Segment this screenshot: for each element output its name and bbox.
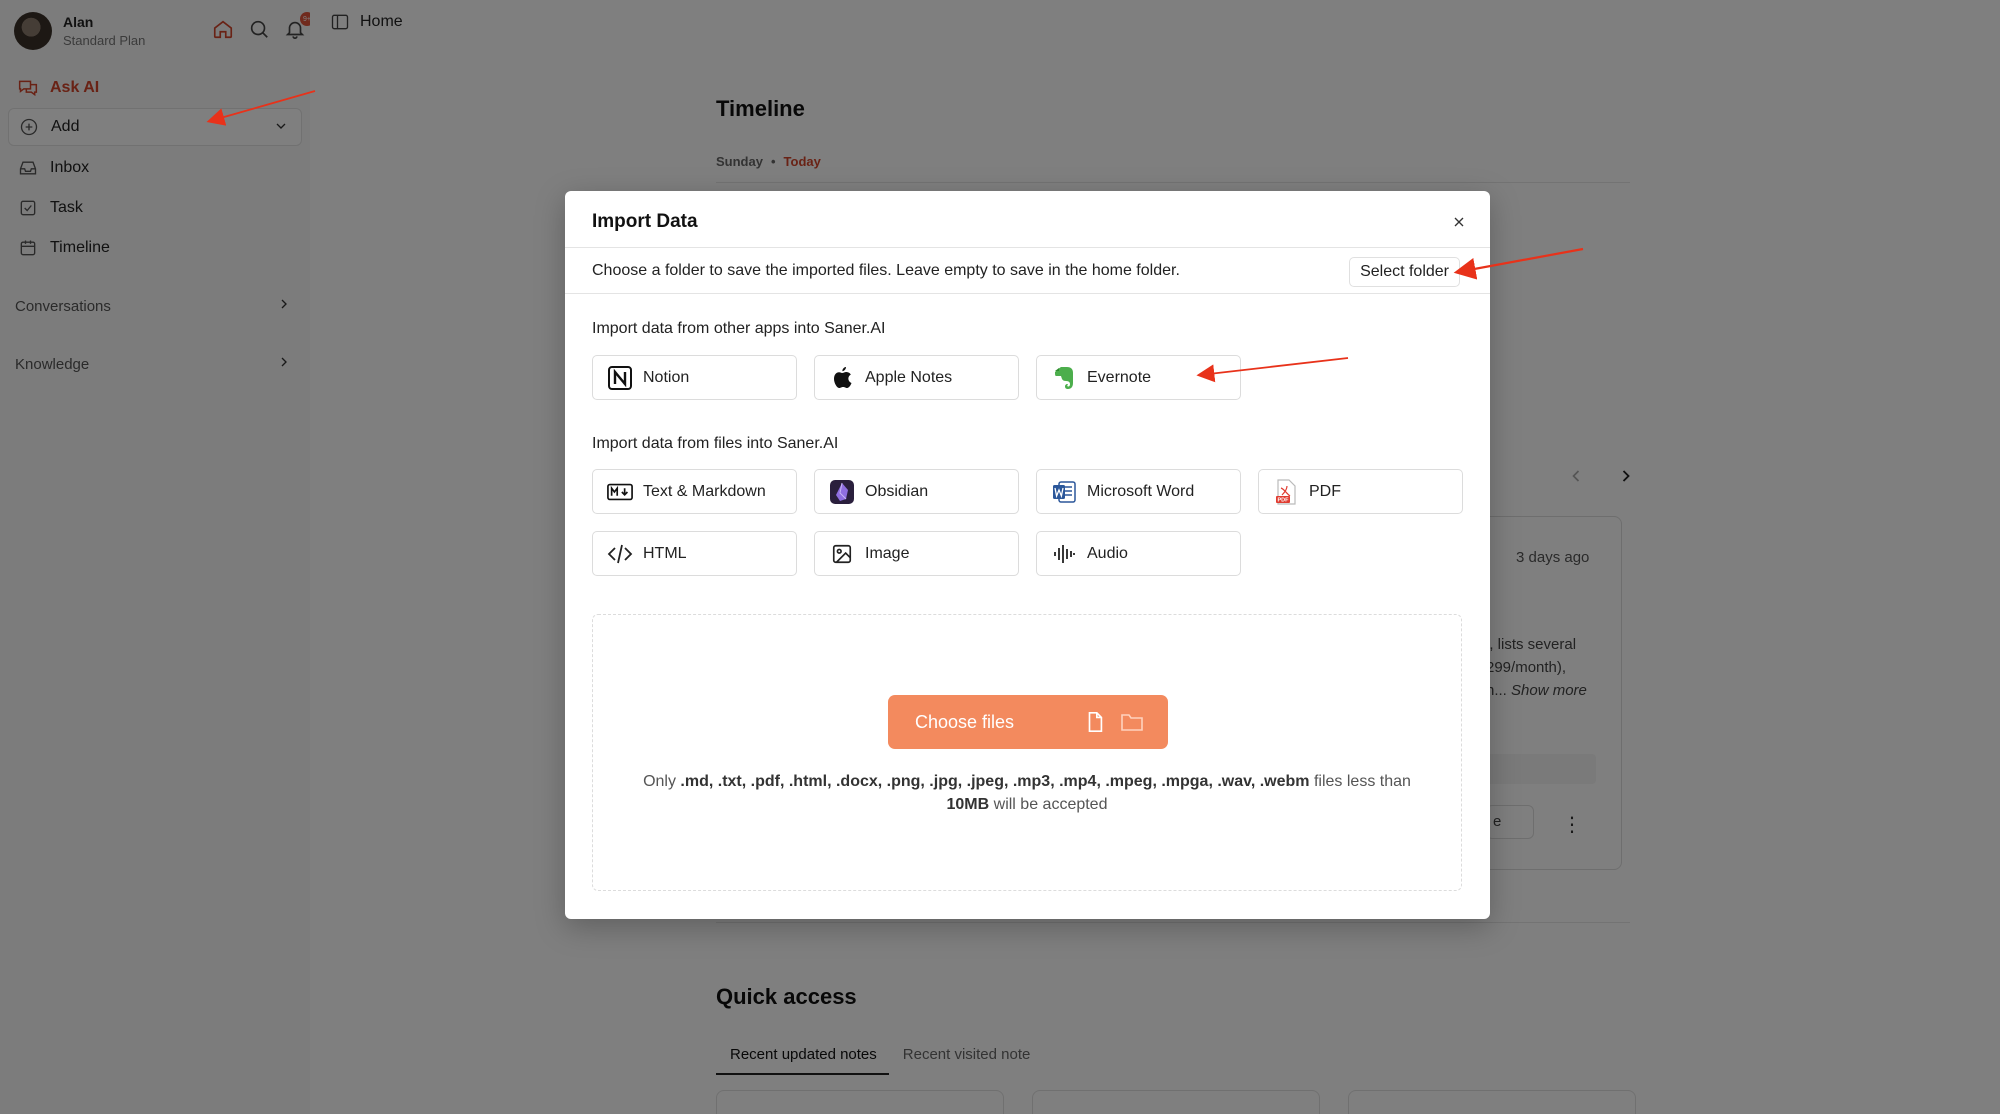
markdown-icon [607,479,633,505]
file-drop-zone[interactable]: Choose files Only .md, .txt, .pdf, .html… [592,614,1462,891]
choose-files-label: Choose files [915,711,1015,732]
import-option-label: Obsidian [865,482,929,500]
import-audio-button[interactable]: Audio [1036,531,1241,576]
choose-files-button[interactable]: Choose files [888,695,1168,749]
obsidian-icon [829,479,855,505]
import-option-label: Image [865,544,910,562]
apple-icon [829,365,855,391]
import-option-label: PDF [1309,482,1341,500]
import-data-modal: Import Data Choose a folder to save the … [565,191,1490,919]
accepted-formats: .md, .txt, .pdf, .html, .docx, .png, .jp… [680,773,1310,790]
evernote-icon [1051,365,1077,391]
code-icon [607,541,633,567]
image-icon [829,541,855,567]
notion-icon [607,365,633,391]
divider [565,293,1490,294]
divider [565,247,1490,248]
note-text: files less than [1309,773,1411,790]
import-option-label: HTML [643,544,687,562]
select-folder-button[interactable]: Select folder [1349,257,1460,287]
import-option-label: Evernote [1087,368,1152,386]
pdf-icon: PDF [1273,478,1299,505]
app: Alan Standard Plan 9+ Ask AI [0,0,2000,1114]
import-notion-button[interactable]: Notion [592,355,797,400]
accepted-files-note: Only .md, .txt, .pdf, .html, .docx, .png… [633,770,1421,816]
files-section-title: Import data from files into Saner.AI [592,435,839,452]
max-size: 10MB [946,796,990,813]
file-icon[interactable] [1084,711,1106,733]
import-option-label: Notion [643,368,690,386]
folder-instructions: Choose a folder to save the imported fil… [592,262,1180,279]
modal-title: Import Data [592,211,698,232]
import-markdown-button[interactable]: Text & Markdown [592,469,797,514]
svg-text:PDF: PDF [1278,497,1290,503]
import-obsidian-button[interactable]: Obsidian [814,469,1019,514]
import-html-button[interactable]: HTML [592,531,797,576]
apps-section-title: Import data from other apps into Saner.A… [592,320,886,337]
word-icon [1051,479,1077,505]
import-pdf-button[interactable]: PDF PDF [1258,469,1463,514]
close-icon[interactable] [1448,211,1470,233]
import-option-label: Audio [1087,544,1128,562]
note-text: Only [643,773,681,790]
import-apple-notes-button[interactable]: Apple Notes [814,355,1019,400]
import-word-button[interactable]: Microsoft Word [1036,469,1241,514]
import-option-label: Microsoft Word [1087,482,1195,500]
note-text: will be accepted [989,796,1108,813]
import-option-label: Text & Markdown [643,482,766,500]
audio-waveform-icon [1051,541,1077,567]
import-image-button[interactable]: Image [814,531,1019,576]
folder-icon[interactable] [1120,711,1143,733]
import-option-label: Apple Notes [865,368,953,386]
import-evernote-button[interactable]: Evernote [1036,355,1241,400]
